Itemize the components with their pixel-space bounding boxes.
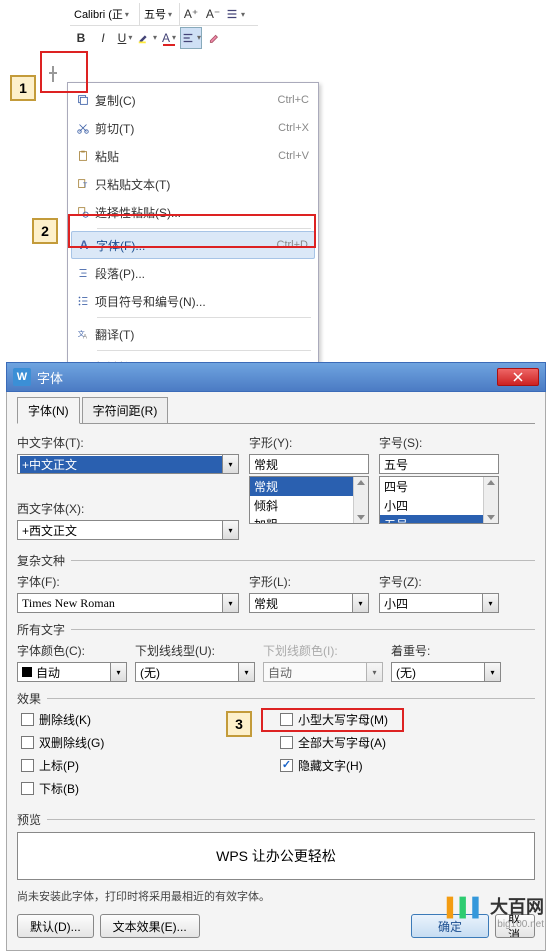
combo-cx-size[interactable]: 小四▾ (379, 593, 499, 613)
label-en-font: 西文字体(X): (17, 500, 239, 517)
combo-cx-font[interactable]: Times New Roman▾ (17, 593, 239, 613)
section-all-text: 所有文字 (17, 621, 535, 638)
section-complex: 复杂文种 (17, 552, 535, 569)
cut-icon (71, 121, 95, 135)
menu-paragraph[interactable]: 段落(P)... (71, 259, 315, 287)
font-dialog: W 字体 字体(N) 字符间距(R) 中文字体(T): +中文正文▾ 字形(Y)… (6, 362, 546, 951)
line-spacing-button[interactable]: ▾ (224, 3, 246, 25)
label-font-color: 字体颜色(C): (17, 642, 127, 659)
dialog-title-text: 字体 (37, 368, 63, 387)
check-super[interactable]: 上标(P) (21, 757, 276, 774)
check-sub[interactable]: 下标(B) (21, 780, 276, 797)
font-family-selector[interactable]: Calibri (正▾ (70, 3, 140, 25)
close-button[interactable] (497, 368, 539, 386)
tab-spacing[interactable]: 字符间距(R) (82, 397, 169, 424)
dialog-titlebar: W 字体 (6, 362, 546, 392)
label-cx-font: 字体(F): (17, 573, 239, 590)
list-size[interactable]: 四号 小四 五号 (379, 476, 499, 524)
font-color-button[interactable]: A▾ (158, 27, 180, 49)
grow-font-button[interactable]: A⁺ (180, 3, 202, 25)
callout-3: 3 (226, 711, 252, 737)
highlight-box-2 (68, 214, 316, 248)
paste-icon (71, 149, 95, 163)
check-allcaps[interactable]: 全部大写字母(A) (280, 734, 535, 751)
paste-text-icon: T (71, 177, 95, 191)
eraser-button[interactable] (202, 27, 224, 49)
label-underline: 下划线线型(U): (135, 642, 255, 659)
input-style[interactable]: 常规 (249, 454, 369, 474)
menu-cut[interactable]: 剪切(T)Ctrl+X (71, 114, 315, 142)
text-effect-button[interactable]: 文本效果(E)... (100, 914, 200, 938)
list-style[interactable]: 常规 倾斜 加粗 (249, 476, 369, 524)
section-preview: 预览 (17, 811, 535, 828)
highlight-box-1 (40, 51, 88, 93)
menu-bullets[interactable]: 项目符号和编号(N)... (71, 287, 315, 315)
label-style: 字形(Y): (249, 434, 369, 451)
label-cx-style: 字形(L): (249, 573, 369, 590)
label-cx-size: 字号(Z): (379, 573, 499, 590)
menu-paste-text[interactable]: T只粘贴文本(T) (71, 170, 315, 198)
preview-area: WPS 让办公更轻松 (17, 832, 535, 880)
translate-icon: 文A (71, 327, 95, 341)
combo-font-color[interactable]: 自动▾ (17, 662, 127, 682)
menu-copy[interactable]: 复制(C)Ctrl+C (71, 86, 315, 114)
mini-toolbar: Calibri (正▾ 五号▾ A⁺ A⁻ ▾ B I U▾ ▾ A▾ ▾ (70, 3, 258, 49)
combo-cx-style[interactable]: 常规▾ (249, 593, 369, 613)
menu-translate[interactable]: 文A翻译(T) (71, 320, 315, 348)
dialog-tabs: 字体(N) 字符间距(R) (17, 400, 535, 424)
tab-font[interactable]: 字体(N) (17, 397, 80, 424)
label-cn-font: 中文字体(T): (17, 434, 239, 451)
highlight-button[interactable]: ▾ (136, 27, 158, 49)
combo-underline[interactable]: (无)▾ (135, 662, 255, 682)
svg-text:A: A (83, 333, 88, 340)
combo-cn-font[interactable]: +中文正文▾ (17, 454, 239, 474)
watermark: ▌▌▌ 大百网 big100.net (447, 893, 544, 930)
align-button[interactable]: ▾ (180, 27, 202, 49)
italic-button[interactable]: I (92, 27, 114, 49)
underline-button[interactable]: U▾ (114, 27, 136, 49)
copy-icon (71, 93, 95, 107)
input-size[interactable]: 五号 (379, 454, 499, 474)
default-button[interactable]: 默认(D)... (17, 914, 94, 938)
combo-en-font[interactable]: +西文正文▾ (17, 520, 239, 540)
menu-paste[interactable]: 粘贴Ctrl+V (71, 142, 315, 170)
highlight-box-3 (261, 708, 404, 732)
callout-2: 2 (32, 218, 58, 244)
label-underline-color: 下划线颜色(I): (263, 642, 383, 659)
bold-button[interactable]: B (70, 27, 92, 49)
combo-underline-color: 自动▾ (263, 662, 383, 682)
combo-emphasis[interactable]: (无)▾ (391, 662, 501, 682)
svg-text:T: T (83, 183, 88, 190)
section-effects: 效果 (17, 690, 535, 707)
check-hidden[interactable]: 隐藏文字(H) (280, 757, 535, 774)
bullets-icon (71, 294, 95, 308)
app-icon: W (13, 368, 31, 386)
callout-1: 1 (10, 75, 36, 101)
label-size: 字号(S): (379, 434, 499, 451)
label-emphasis: 着重号: (391, 642, 501, 659)
font-size-selector[interactable]: 五号▾ (140, 3, 180, 25)
shrink-font-button[interactable]: A⁻ (202, 3, 224, 25)
paragraph-icon (71, 266, 95, 280)
